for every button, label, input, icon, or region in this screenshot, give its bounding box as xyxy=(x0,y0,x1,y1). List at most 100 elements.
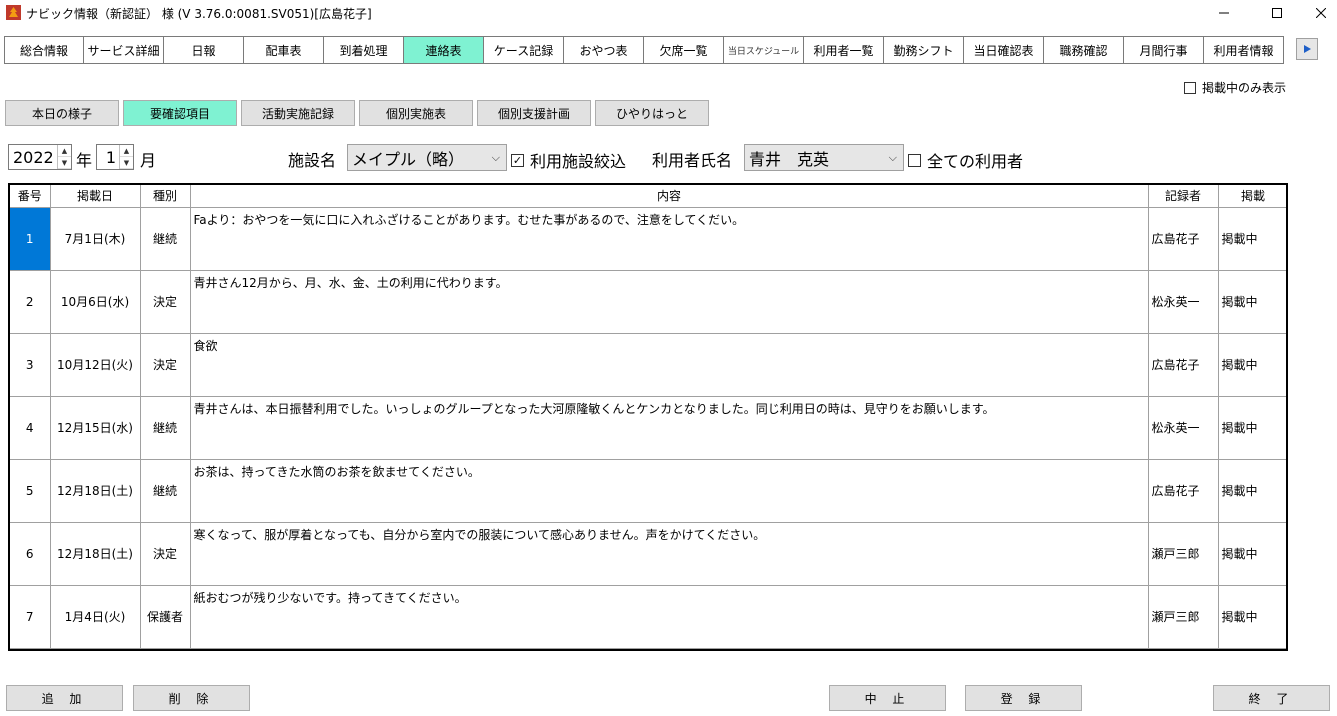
row-date[interactable]: 12月18日(土) xyxy=(50,522,141,586)
maximize-button[interactable] xyxy=(1254,0,1300,26)
row-type[interactable]: 決定 xyxy=(140,270,191,334)
subtab-today[interactable]: 本日の様子 xyxy=(5,100,119,126)
show-posted-only-checkbox[interactable]: 掲載中のみ表示 xyxy=(1184,79,1286,96)
row-number[interactable]: 1 xyxy=(10,207,51,271)
row-status[interactable]: 掲載中 xyxy=(1218,522,1286,586)
row-recorder[interactable]: 瀬戸三郎 xyxy=(1148,585,1219,649)
delete-button[interactable]: 削 除 xyxy=(133,685,250,711)
column-header-type[interactable]: 種別 xyxy=(140,185,191,208)
exit-button[interactable]: 終 了 xyxy=(1213,685,1330,711)
row-number[interactable]: 3 xyxy=(10,333,51,397)
register-button[interactable]: 登 録 xyxy=(965,685,1082,711)
table-row[interactable]: 1 7月1日(木) 継続 Faより：おやつを一気に口に入れふざけることがあります… xyxy=(10,207,1286,271)
all-users-checkbox[interactable]: 全ての利用者 xyxy=(908,148,1023,172)
tab-user-info[interactable]: 利用者情報 xyxy=(1204,36,1284,64)
row-status[interactable]: 掲載中 xyxy=(1218,207,1286,271)
tab-snack[interactable]: おやつ表 xyxy=(564,36,644,64)
row-status[interactable]: 掲載中 xyxy=(1218,585,1286,649)
row-recorder[interactable]: 広島花子 xyxy=(1148,207,1219,271)
column-header-recorder[interactable]: 記録者 xyxy=(1148,185,1219,208)
tab-general-info[interactable]: 総合情報 xyxy=(4,36,84,64)
tab-dispatch[interactable]: 配車表 xyxy=(244,36,324,64)
month-down-icon[interactable]: ▼ xyxy=(120,157,133,169)
row-status[interactable]: 掲載中 xyxy=(1218,396,1286,460)
year-up-icon[interactable]: ▲ xyxy=(58,145,71,157)
checkbox-box[interactable] xyxy=(908,153,921,167)
row-content[interactable]: 寒くなって、服が厚着となっても、自分から室内での服装について感心ありません。声を… xyxy=(190,522,1149,586)
row-recorder[interactable]: 瀬戸三郎 xyxy=(1148,522,1219,586)
row-recorder[interactable]: 広島花子 xyxy=(1148,333,1219,397)
column-header-content[interactable]: 内容 xyxy=(190,185,1149,208)
row-date[interactable]: 12月15日(水) xyxy=(50,396,141,460)
table-row[interactable]: 7 1月4日(火) 保護者 紙おむつが残り少ないです。持ってきてください。 瀬戸… xyxy=(10,585,1286,649)
tab-arrival[interactable]: 到着処理 xyxy=(324,36,404,64)
row-content[interactable]: 食欲 xyxy=(190,333,1149,397)
tab-case-record[interactable]: ケース記録 xyxy=(484,36,564,64)
narrow-facility-checkbox[interactable]: ✓ 利用施設絞込 xyxy=(511,148,626,172)
month-up-icon[interactable]: ▲ xyxy=(120,145,133,157)
year-stepper[interactable]: 2022 ▲ ▼ xyxy=(8,144,72,170)
checkbox-checked[interactable]: ✓ xyxy=(511,153,524,167)
column-header-number[interactable]: 番号 xyxy=(10,185,51,208)
row-type[interactable]: 継続 xyxy=(140,459,191,523)
row-recorder[interactable]: 松永英一 xyxy=(1148,396,1219,460)
row-type[interactable]: 保護者 xyxy=(140,585,191,649)
table-row[interactable]: 2 10月6日(水) 決定 青井さん12月から、月、水、金、土の利用に代わります… xyxy=(10,270,1286,334)
tab-shift[interactable]: 勤務シフト xyxy=(884,36,964,64)
row-status[interactable]: 掲載中 xyxy=(1218,270,1286,334)
row-type[interactable]: 継続 xyxy=(140,207,191,271)
table-row[interactable]: 3 10月12日(火) 決定 食欲 広島花子 掲載中 xyxy=(10,333,1286,397)
add-button[interactable]: 追 加 xyxy=(6,685,123,711)
row-date[interactable]: 7月1日(木) xyxy=(50,207,141,271)
row-date[interactable]: 1月4日(火) xyxy=(50,585,141,649)
user-select[interactable]: 青井 克英 ⌵ xyxy=(744,144,904,171)
subtab-near-miss[interactable]: ひやりはっと xyxy=(595,100,709,126)
row-content[interactable]: Faより：おやつを一気に口に入れふざけることがあります。むせた事があるので、注意… xyxy=(190,207,1149,271)
table-row[interactable]: 6 12月18日(土) 決定 寒くなって、服が厚着となっても、自分から室内での服… xyxy=(10,522,1286,586)
facility-select[interactable]: メイプル（略） ⌵ xyxy=(347,144,507,171)
tab-service-details[interactable]: サービス詳細 xyxy=(84,36,164,64)
tab-user-list[interactable]: 利用者一覧 xyxy=(804,36,884,64)
column-header-date[interactable]: 掲載日 xyxy=(50,185,141,208)
items-grid[interactable]: 番号 掲載日 種別 内容 記録者 掲載 1 7月1日(木) 継続 Faより：おや… xyxy=(8,183,1288,651)
checkbox-box[interactable] xyxy=(1184,81,1196,94)
row-content[interactable]: 青井さんは、本日振替利用でした。いっしょのグループとなった大河原隆敏くんとケンカ… xyxy=(190,396,1149,460)
subtab-check-items[interactable]: 要確認項目 xyxy=(123,100,237,126)
row-date[interactable]: 10月12日(火) xyxy=(50,333,141,397)
column-header-status[interactable]: 掲載 xyxy=(1218,185,1286,208)
table-row[interactable]: 4 12月15日(水) 継続 青井さんは、本日振替利用でした。いっしょのグループ… xyxy=(10,396,1286,460)
row-number[interactable]: 4 xyxy=(10,396,51,460)
row-recorder[interactable]: 松永英一 xyxy=(1148,270,1219,334)
tab-monthly-events[interactable]: 月間行事 xyxy=(1124,36,1204,64)
row-status[interactable]: 掲載中 xyxy=(1218,333,1286,397)
subtab-individual-table[interactable]: 個別実施表 xyxy=(359,100,473,126)
tab-contact[interactable]: 連絡表 xyxy=(404,36,484,64)
cancel-button[interactable]: 中 止 xyxy=(829,685,946,711)
close-button[interactable] xyxy=(1298,0,1337,26)
row-number[interactable]: 6 xyxy=(10,522,51,586)
row-type[interactable]: 決定 xyxy=(140,522,191,586)
tab-absence[interactable]: 欠席一覧 xyxy=(644,36,724,64)
tab-daily-report[interactable]: 日報 xyxy=(164,36,244,64)
row-recorder[interactable]: 広島花子 xyxy=(1148,459,1219,523)
tab-today-schedule[interactable]: 当日スケジュール xyxy=(724,36,804,64)
row-type[interactable]: 決定 xyxy=(140,333,191,397)
row-date[interactable]: 12月18日(土) xyxy=(50,459,141,523)
tab-scroll-right-button[interactable] xyxy=(1296,38,1318,60)
row-content[interactable]: 青井さん12月から、月、水、金、土の利用に代わります。 xyxy=(190,270,1149,334)
row-date[interactable]: 10月6日(水) xyxy=(50,270,141,334)
row-type[interactable]: 継続 xyxy=(140,396,191,460)
row-content[interactable]: お茶は、持ってきた水筒のお茶を飲ませてください。 xyxy=(190,459,1149,523)
year-down-icon[interactable]: ▼ xyxy=(58,157,71,169)
month-stepper[interactable]: 1 ▲ ▼ xyxy=(96,144,134,170)
subtab-activity-record[interactable]: 活動実施記録 xyxy=(241,100,355,126)
minimize-button[interactable] xyxy=(1201,0,1247,26)
subtab-support-plan[interactable]: 個別支援計画 xyxy=(477,100,591,126)
row-content[interactable]: 紙おむつが残り少ないです。持ってきてください。 xyxy=(190,585,1149,649)
tab-duty-check[interactable]: 職務確認 xyxy=(1044,36,1124,64)
tab-today-check[interactable]: 当日確認表 xyxy=(964,36,1044,64)
row-status[interactable]: 掲載中 xyxy=(1218,459,1286,523)
row-number[interactable]: 5 xyxy=(10,459,51,523)
row-number[interactable]: 2 xyxy=(10,270,51,334)
row-number[interactable]: 7 xyxy=(10,585,51,649)
